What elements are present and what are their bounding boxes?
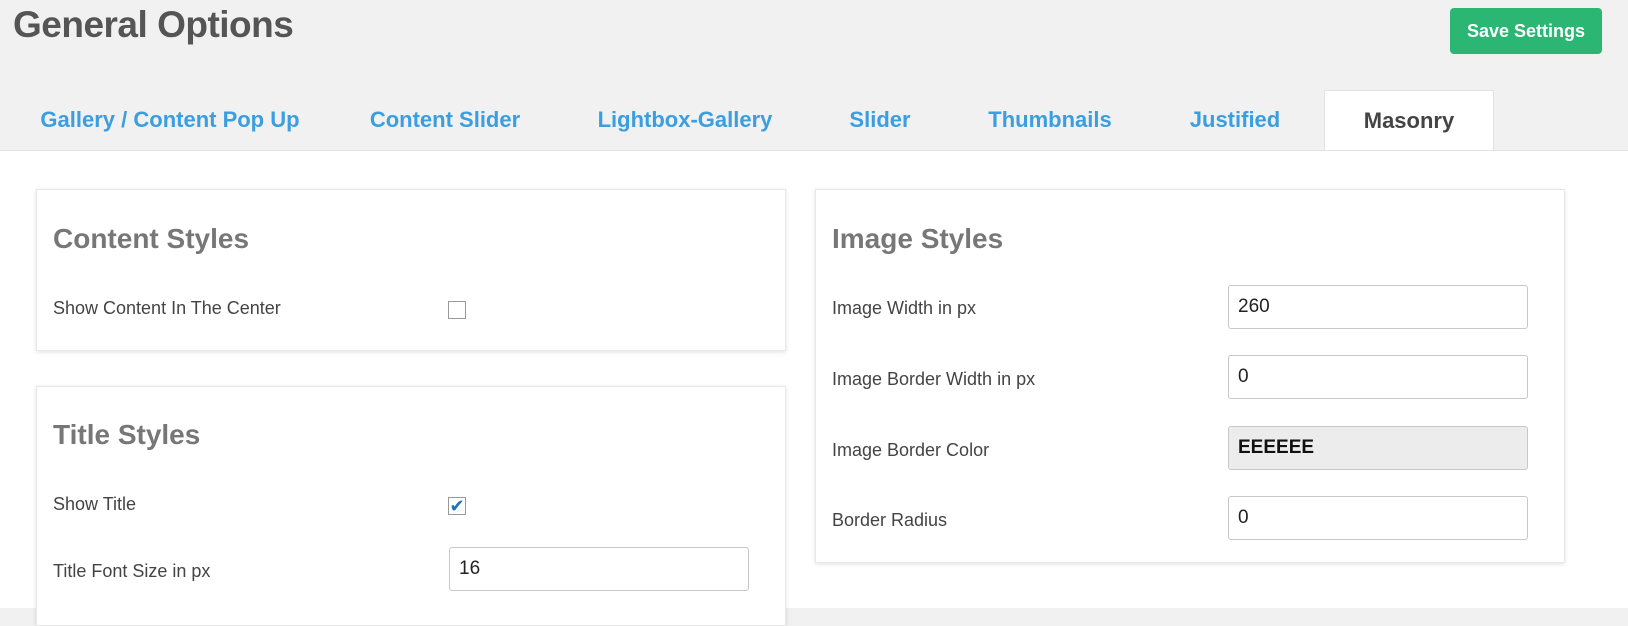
tab-masonry[interactable]: Masonry xyxy=(1324,90,1494,150)
save-settings-button[interactable]: Save Settings xyxy=(1450,8,1602,54)
tab-bar: Gallery / Content Pop Up Content Slider … xyxy=(0,90,1628,150)
content-styles-heading: Content Styles xyxy=(53,223,250,254)
border-radius-input[interactable] xyxy=(1228,496,1528,540)
show-content-center-label: Show Content In The Center xyxy=(53,298,281,318)
image-styles-card: Image Styles Image Width in px Image Bor… xyxy=(815,189,1565,563)
image-styles-heading: Image Styles xyxy=(832,223,1004,254)
tab-gallery-content-popup[interactable]: Gallery / Content Pop Up xyxy=(20,90,320,150)
title-font-size-input[interactable] xyxy=(449,547,749,591)
image-border-width-input[interactable] xyxy=(1228,355,1528,399)
image-border-width-label: Image Border Width in px xyxy=(832,369,1036,389)
tab-justified[interactable]: Justified xyxy=(1170,90,1300,150)
tab-slider[interactable]: Slider xyxy=(830,90,930,150)
show-title-checkbox[interactable]: ✔ xyxy=(448,497,466,515)
show-title-label: Show Title xyxy=(53,494,137,514)
tab-lightbox-gallery[interactable]: Lightbox-Gallery xyxy=(580,90,790,150)
tab-content-slider[interactable]: Content Slider xyxy=(350,90,540,150)
settings-panel: Content Styles Show Content In The Cente… xyxy=(0,150,1628,626)
tab-thumbnails[interactable]: Thumbnails xyxy=(970,90,1130,150)
border-radius-label: Border Radius xyxy=(832,510,948,530)
image-border-color-label: Image Border Color xyxy=(832,440,990,460)
image-width-input[interactable] xyxy=(1228,285,1528,329)
title-styles-heading: Title Styles xyxy=(53,419,201,450)
title-font-size-label: Title Font Size in px xyxy=(53,561,211,581)
page-title: General Options xyxy=(13,4,294,45)
image-width-label: Image Width in px xyxy=(832,298,977,318)
content-styles-card: Content Styles Show Content In The Cente… xyxy=(36,189,786,351)
image-border-color-input[interactable] xyxy=(1228,426,1528,470)
title-styles-card: Title Styles Show Title ✔ Title Font Siz… xyxy=(36,386,786,626)
show-content-center-checkbox[interactable] xyxy=(448,301,466,319)
